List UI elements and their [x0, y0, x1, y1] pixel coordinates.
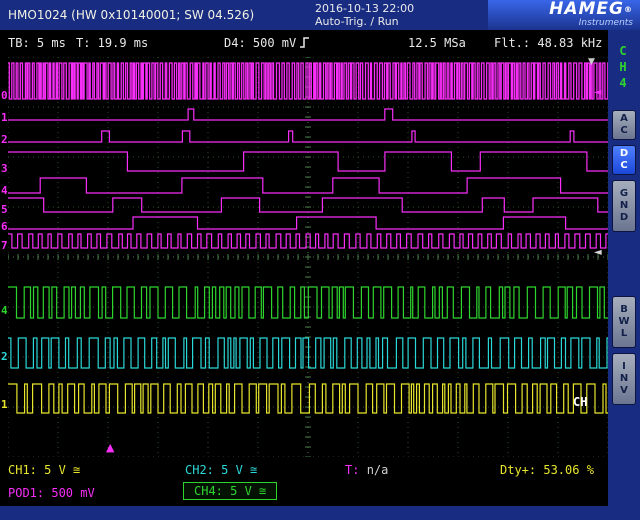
timebase-readout[interactable]: TB: 5 ms: [8, 36, 66, 50]
bottom-readout-bar: CH1: 5 V ≅ CH2: 5 V ≅ T: n/a Dty+: 53.06…: [0, 458, 608, 506]
scope-graticule: [8, 57, 608, 457]
filter-readout: Flt.: 48.83 kHz: [494, 36, 602, 50]
ch4-scale-readout[interactable]: CH4: 5 V ≅: [183, 482, 277, 500]
sidebar-channel-label: CH4: [616, 44, 632, 100]
coupling-dc-button[interactable]: DC: [612, 145, 636, 175]
ch2-marker: 2: [1, 351, 8, 363]
brand-subtitle: Instruments: [488, 18, 633, 28]
d4-level-marker: ◄: [594, 87, 602, 98]
center-axis-ticks-v: [305, 57, 311, 457]
status-bar: TB: 5 ms T: 19.9 ms D4: 500 mV 12.5 MSa …: [0, 30, 608, 57]
pod-marker-2: 2: [1, 134, 8, 146]
pod-marker-1: 1: [1, 112, 8, 124]
acquisition-status: Auto-Trig. / Run: [315, 15, 399, 28]
coupling-gnd-button[interactable]: GND: [612, 180, 636, 232]
coupling-ac-button[interactable]: AC: [612, 110, 636, 140]
pod-d7-trace: [8, 234, 608, 248]
bwl-button[interactable]: BWL: [612, 296, 636, 348]
channel-overlay-label: CH: [573, 395, 587, 409]
pod-marker-3: 3: [1, 163, 8, 175]
pod-marker-6: 6: [1, 221, 8, 233]
ch4-marker: 4: [1, 305, 8, 317]
pod-d4-trace: [8, 178, 608, 193]
pod1-scale-readout[interactable]: POD1: 500 mV: [8, 486, 95, 500]
trigger-readout: T: n/a: [345, 463, 388, 477]
oscilloscope-screen: HMO1024 (HW 0x10140001; SW 04.526) 2016-…: [0, 0, 640, 520]
ch1-scale-readout[interactable]: CH1: 5 V ≅: [8, 463, 80, 477]
brand-name: HAMEG®: [488, 1, 633, 18]
ch2-trace: [8, 338, 608, 368]
rising-edge-icon: [299, 36, 310, 49]
right-menu-panel: CH4 AC DC GND BWL INV: [608, 30, 640, 506]
pod-d5-trace: [8, 198, 608, 212]
trigger-position-marker: ▲: [106, 442, 114, 453]
trigger-time-readout[interactable]: T: 19.9 ms: [76, 36, 148, 50]
pod-d3-trace: [8, 152, 608, 171]
ch1-marker: 1: [1, 399, 8, 411]
inv-button[interactable]: INV: [612, 353, 636, 405]
header-bar: HMO1024 (HW 0x10140001; SW 04.526) 2016-…: [0, 0, 640, 30]
datetime-readout: 2016-10-13 22:00: [315, 2, 414, 15]
sample-rate-readout: 12.5 MSa: [408, 36, 466, 50]
pod-d0-trace: [8, 63, 608, 99]
hameg-logo: HAMEG® Instruments: [488, 0, 640, 30]
pod-marker-5: 5: [1, 204, 8, 216]
pod-marker-7: 7: [1, 240, 8, 252]
top-right-marker: ▼: [588, 57, 595, 68]
waveform-display: CH 0 1 2 3 4 5 6 7 4 2 1 ▼ ◄ ◄ ▲: [0, 57, 608, 458]
bottom-strip: [0, 506, 640, 520]
ch1-trace: [8, 384, 608, 413]
pod-marker-0: 0: [1, 90, 8, 102]
ch2-scale-readout[interactable]: CH2: 5 V ≅: [185, 463, 257, 477]
pod-d1-trace: [8, 109, 608, 120]
right-center-marker: ◄: [594, 247, 602, 258]
trigger-source-readout[interactable]: D4: 500 mV: [224, 36, 310, 50]
device-title: HMO1024 (HW 0x10140001; SW 04.526): [8, 8, 254, 22]
duty-cycle-readout: Dty+: 53.06 %: [500, 463, 594, 477]
pod-marker-4: 4: [1, 185, 8, 197]
ch4-trace: [8, 287, 608, 318]
